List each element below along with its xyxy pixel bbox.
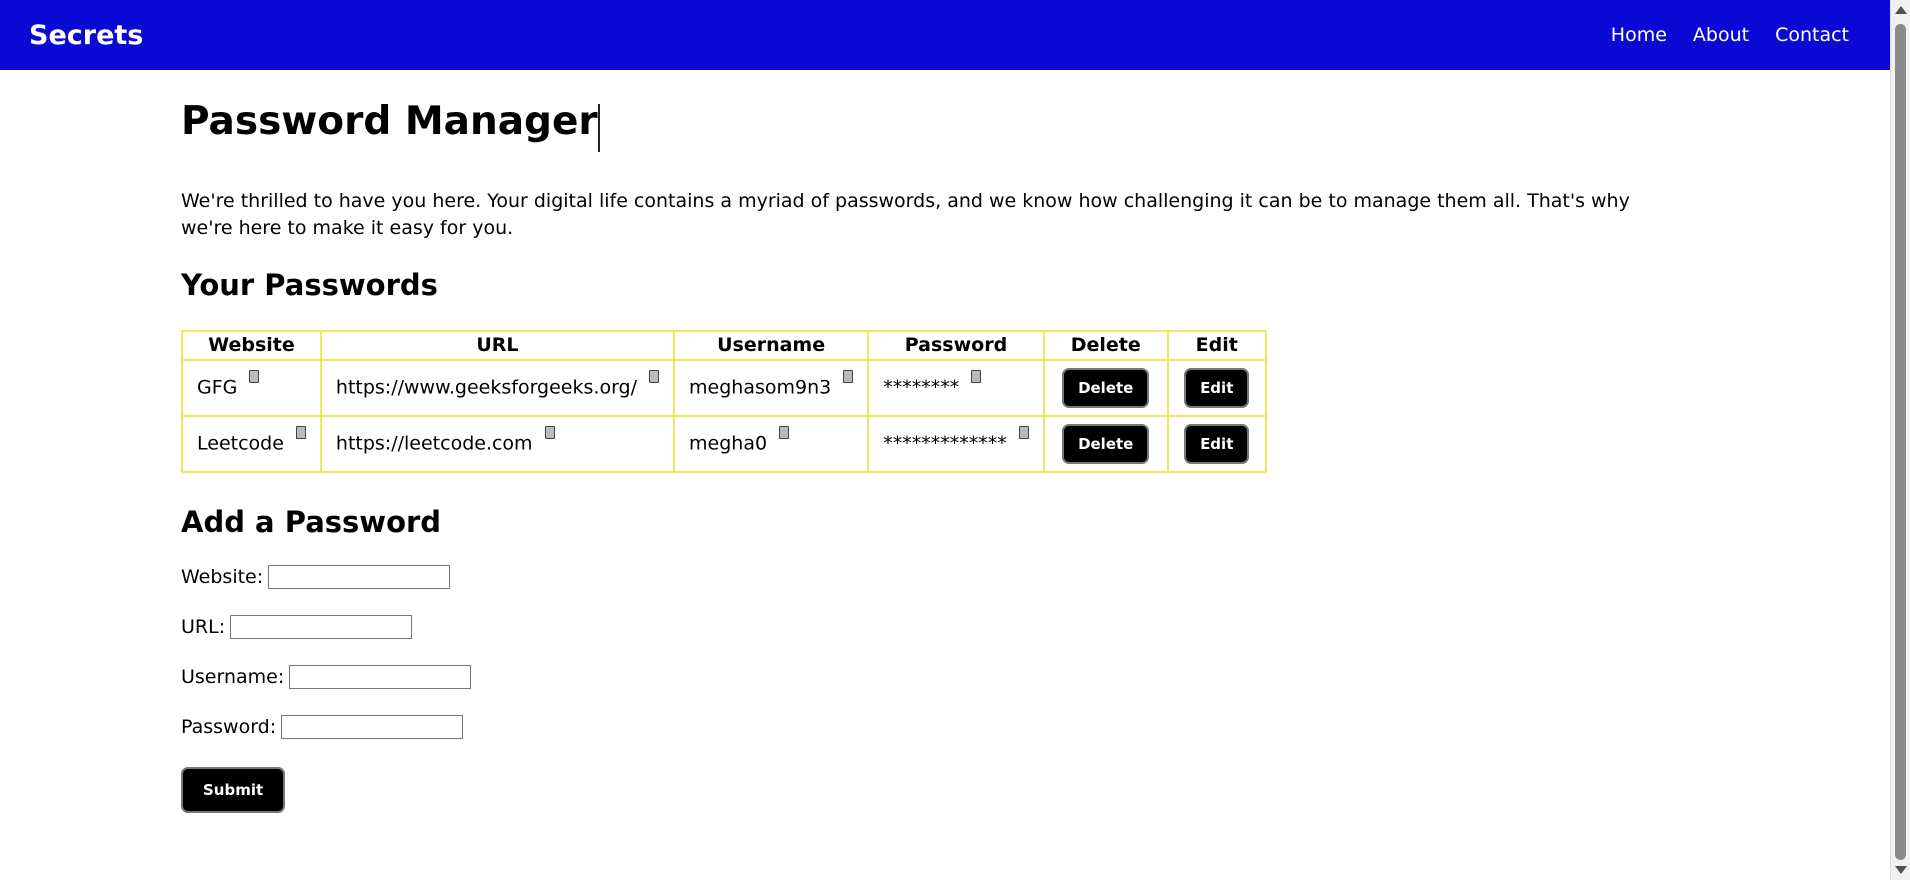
url-value: https://www.geeksforgeeks.org/ [335, 376, 638, 399]
column-header-edit: Edit [1166, 330, 1267, 360]
add-password-heading: Add a Password [181, 504, 442, 539]
column-header-website: Website [181, 330, 322, 360]
column-header-password: Password [867, 330, 1045, 360]
website-value: Leetcode [197, 432, 284, 455]
passwords-table: Website URL Username Password Delete Edi… [181, 329, 1267, 473]
edit-button[interactable]: Edit [1184, 423, 1250, 464]
scroll-down-arrow-icon[interactable] [1895, 866, 1907, 874]
add-password-form: Website: URL: Username: Password: Submit [181, 564, 1681, 813]
brand-logo[interactable]: Secrets [29, 20, 143, 51]
password-label: Password: [181, 715, 277, 738]
copy-icon[interactable] [779, 426, 790, 440]
password-input[interactable] [281, 714, 464, 739]
copy-icon[interactable] [971, 370, 982, 384]
copy-icon[interactable] [1018, 426, 1029, 440]
table-header-row: Website URL Username Password Delete Edi… [181, 330, 1267, 360]
nav-links: Home About Contact [1611, 24, 1849, 46]
delete-cell: Delete [1042, 358, 1169, 417]
copy-icon[interactable] [249, 370, 260, 384]
column-header-url: URL [319, 330, 676, 360]
url-label: URL: [181, 615, 226, 638]
url-cell: https://leetcode.com [319, 414, 676, 473]
edit-button[interactable]: Edit [1184, 367, 1250, 408]
edit-cell: Edit [1166, 358, 1267, 417]
copy-icon[interactable] [649, 370, 660, 384]
delete-cell: Delete [1042, 414, 1169, 473]
edit-cell: Edit [1166, 414, 1267, 473]
column-header-username: Username [673, 330, 870, 360]
table-row: GFG https://www.geeksforgeeks.org/ megha… [181, 358, 1267, 417]
website-cell: Leetcode [181, 414, 322, 473]
url-value: https://leetcode.com [335, 432, 533, 455]
nav-link-contact[interactable]: Contact [1775, 24, 1849, 46]
copy-icon[interactable] [843, 370, 854, 384]
nav-link-home[interactable]: Home [1611, 24, 1667, 46]
username-cell: meghasom9n3 [673, 358, 870, 417]
password-cell: ******** [867, 358, 1045, 417]
intro-paragraph: We're thrilled to have you here. Your di… [181, 189, 1630, 239]
url-cell: https://www.geeksforgeeks.org/ [319, 358, 676, 417]
passwords-heading: Your Passwords [181, 267, 438, 302]
text-cursor [597, 103, 600, 152]
main-content: Password Manager We're thrilled to have … [181, 70, 1681, 813]
website-value: GFG [197, 376, 238, 399]
column-header-delete: Delete [1042, 330, 1169, 360]
submit-button[interactable]: Submit [181, 766, 286, 813]
navbar: Secrets Home About Contact [0, 0, 1890, 70]
nav-link-about[interactable]: About [1693, 24, 1749, 46]
vertical-scrollbar[interactable] [1890, 0, 1910, 880]
scrollbar-thumb[interactable] [1895, 24, 1906, 860]
username-cell: megha0 [673, 414, 870, 473]
form-row-password: Password: [181, 714, 1681, 739]
copy-icon[interactable] [544, 426, 555, 440]
form-row-username: Username: [181, 664, 1681, 689]
website-input[interactable] [268, 564, 451, 589]
copy-icon[interactable] [295, 426, 306, 440]
website-cell: GFG [181, 358, 322, 417]
password-value: ******** [883, 376, 960, 399]
url-input[interactable] [230, 614, 413, 639]
password-value: ************* [883, 432, 1007, 455]
table-row: Leetcode https://leetcode.com megha0 ***… [181, 414, 1267, 473]
username-input[interactable] [289, 664, 472, 689]
form-row-website: Website: [181, 564, 1681, 589]
page-title: Password Manager [181, 99, 598, 144]
scroll-up-arrow-icon[interactable] [1895, 6, 1907, 14]
username-value: meghasom9n3 [689, 376, 832, 399]
form-row-url: URL: [181, 614, 1681, 639]
password-cell: ************* [867, 414, 1045, 473]
website-label: Website: [181, 565, 264, 588]
delete-button[interactable]: Delete [1062, 367, 1150, 408]
username-label: Username: [181, 665, 285, 688]
delete-button[interactable]: Delete [1062, 423, 1150, 464]
username-value: megha0 [689, 432, 768, 455]
